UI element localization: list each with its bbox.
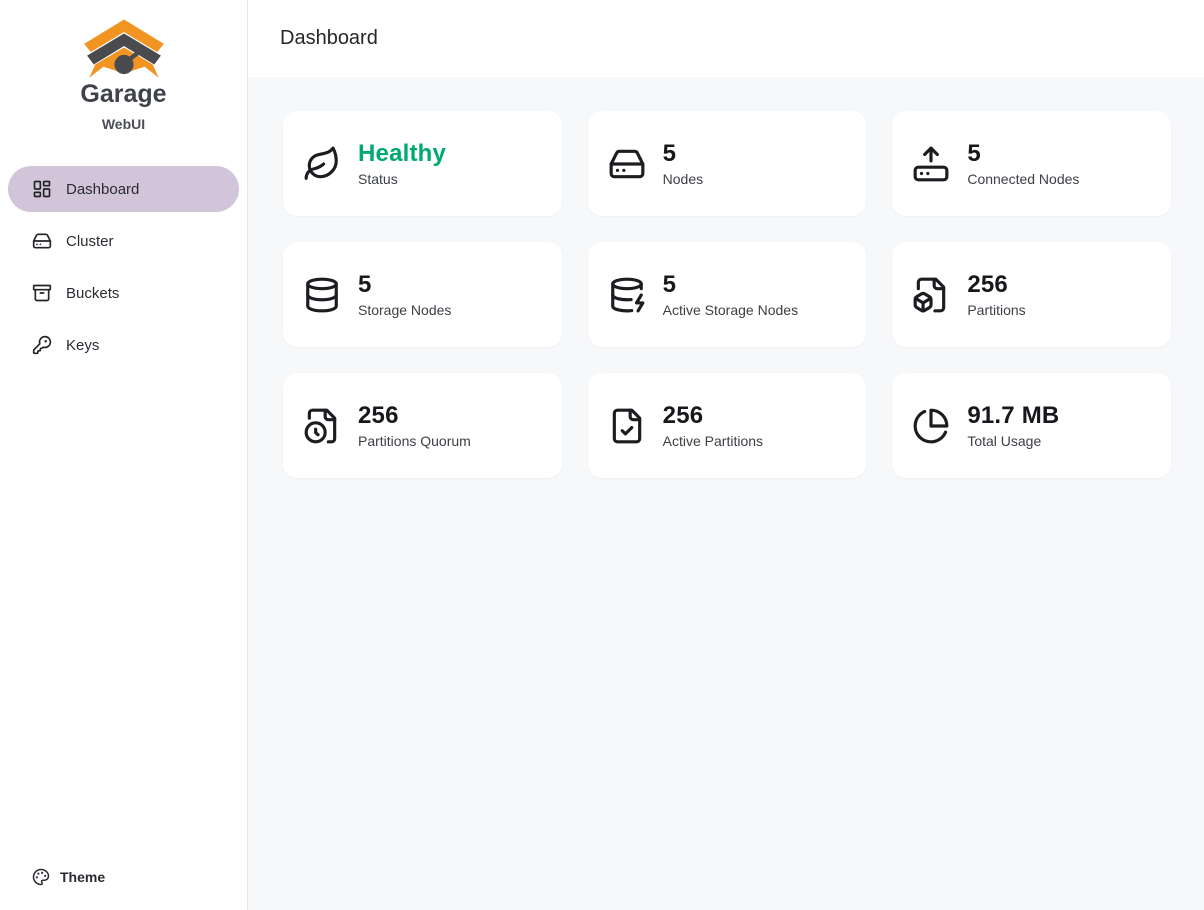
stat-value: 256 — [663, 402, 763, 430]
stat-card: 5 Active Storage Nodes — [588, 242, 867, 347]
stat-label: Partitions — [967, 302, 1025, 318]
stat-card: 5 Connected Nodes — [892, 111, 1171, 216]
sidebar: Garage WebUI Dashboard Cluster Buckets K… — [0, 0, 248, 910]
stat-value: 91.7 MB — [967, 402, 1059, 430]
stat-value: 5 — [663, 140, 703, 168]
main-area: Dashboard Healthy Status 5 Nodes 5 Conne… — [248, 0, 1204, 910]
page-title: Dashboard — [280, 27, 378, 50]
database-icon — [303, 276, 341, 314]
stat-card: 5 Storage Nodes — [283, 242, 562, 347]
brand-subtitle: WebUI — [8, 116, 239, 132]
sidebar-item-label: Cluster — [66, 233, 114, 250]
sidebar-item-label: Buckets — [66, 285, 119, 302]
content-area: Healthy Status 5 Nodes 5 Connected Nodes… — [248, 77, 1204, 910]
theme-button-label: Theme — [60, 869, 105, 885]
database-zap-icon — [608, 276, 646, 314]
stat-label: Status — [358, 171, 446, 187]
file-box-icon — [912, 276, 950, 314]
stat-value: 5 — [967, 140, 1079, 168]
stat-card: 256 Partitions — [892, 242, 1171, 347]
layout-dashboard-icon — [32, 179, 52, 199]
stat-label: Partitions Quorum — [358, 433, 471, 449]
stats-grid: Healthy Status 5 Nodes 5 Connected Nodes… — [283, 111, 1171, 478]
file-check-icon — [608, 407, 646, 445]
palette-icon — [32, 868, 50, 886]
stat-value: 5 — [358, 271, 451, 299]
hard-drive-upload-icon — [912, 145, 950, 183]
stat-card: 256 Partitions Quorum — [283, 373, 562, 478]
stat-card: 256 Active Partitions — [588, 373, 867, 478]
pie-chart-icon — [912, 407, 950, 445]
stat-label: Active Partitions — [663, 433, 763, 449]
sidebar-item-keys[interactable]: Keys — [8, 322, 239, 368]
stat-label: Storage Nodes — [358, 302, 451, 318]
sidebar-item-buckets[interactable]: Buckets — [8, 270, 239, 316]
stat-card: 91.7 MB Total Usage — [892, 373, 1171, 478]
garage-logo-icon — [78, 18, 170, 80]
hard-drive-icon — [608, 145, 646, 183]
stat-card: Healthy Status — [283, 111, 562, 216]
archive-icon — [32, 283, 52, 303]
sidebar-item-label: Dashboard — [66, 181, 139, 198]
leaf-icon — [303, 145, 341, 183]
brand-block: Garage WebUI — [8, 14, 239, 150]
sidebar-menu: Dashboard Cluster Buckets Keys — [8, 166, 239, 368]
key-icon — [32, 335, 52, 355]
sidebar-item-dashboard[interactable]: Dashboard — [8, 166, 239, 212]
topbar: Dashboard — [248, 0, 1204, 77]
stat-label: Total Usage — [967, 433, 1059, 449]
stat-value: 256 — [967, 271, 1025, 299]
theme-button[interactable]: Theme — [8, 858, 239, 896]
sidebar-item-label: Keys — [66, 337, 99, 354]
stat-label: Active Storage Nodes — [663, 302, 798, 318]
sidebar-item-cluster[interactable]: Cluster — [8, 218, 239, 264]
stat-label: Nodes — [663, 171, 703, 187]
stat-card: 5 Nodes — [588, 111, 867, 216]
hard-drive-icon — [32, 231, 52, 251]
stat-value: Healthy — [358, 140, 446, 168]
file-clock-icon — [303, 407, 341, 445]
stat-value: 5 — [663, 271, 798, 299]
sidebar-spacer — [8, 368, 239, 858]
stat-value: 256 — [358, 402, 471, 430]
brand-title: Garage — [8, 80, 239, 109]
stat-label: Connected Nodes — [967, 171, 1079, 187]
